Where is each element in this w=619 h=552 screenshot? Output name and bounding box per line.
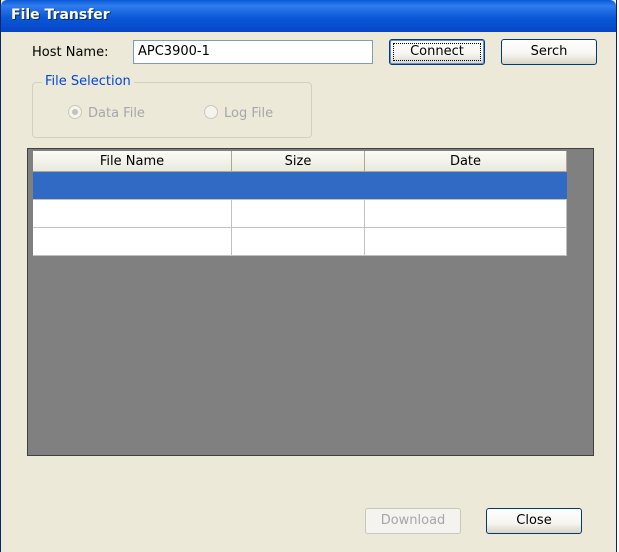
- table-cell: [364, 171, 567, 200]
- close-button[interactable]: Close: [486, 508, 582, 534]
- table-cell: [364, 227, 567, 256]
- log-file-label: Log File: [224, 106, 274, 121]
- table-cell: [231, 171, 365, 200]
- table-row[interactable]: [33, 171, 567, 200]
- data-file-label: Data File: [88, 106, 145, 121]
- column-header-size[interactable]: Size: [231, 151, 365, 172]
- download-button-label: Download: [380, 513, 446, 528]
- file-selection-legend: File Selection: [42, 74, 134, 89]
- table-cell: [33, 227, 232, 256]
- file-table: File Name Size Date: [33, 151, 567, 256]
- table-cell: [33, 199, 232, 228]
- column-header-date[interactable]: Date: [364, 151, 567, 172]
- radio-selected-icon: [68, 105, 82, 119]
- window-title: File Transfer: [11, 7, 110, 23]
- title-bar[interactable]: File Transfer: [1, 0, 616, 32]
- download-button[interactable]: Download: [365, 508, 461, 534]
- search-button-label: Serch: [530, 44, 568, 59]
- file-list-grid[interactable]: File Name Size Date: [27, 148, 594, 456]
- log-file-radio[interactable]: Log File: [204, 105, 273, 121]
- radio-unselected-icon: [204, 105, 218, 119]
- connect-button[interactable]: Connect: [389, 39, 485, 65]
- table-cell: [231, 199, 365, 228]
- table-cell: [364, 199, 567, 228]
- table-row[interactable]: [33, 227, 567, 256]
- data-file-radio[interactable]: Data File: [68, 105, 145, 121]
- search-button[interactable]: Serch: [501, 39, 597, 65]
- table-cell: [33, 171, 232, 200]
- column-header-file-name[interactable]: File Name: [33, 151, 232, 172]
- host-name-input[interactable]: APC3900-1: [133, 40, 373, 64]
- focus-ring: [393, 43, 481, 61]
- table-row[interactable]: [33, 199, 567, 228]
- table-cell: [231, 227, 365, 256]
- close-button-label: Close: [516, 513, 552, 528]
- host-name-label: Host Name:: [32, 45, 109, 60]
